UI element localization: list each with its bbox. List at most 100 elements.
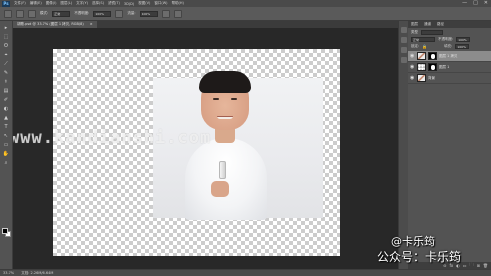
- type-tool-icon[interactable]: T: [2, 124, 10, 130]
- rectangle-tool-icon[interactable]: ▭: [2, 142, 10, 148]
- visibility-eye-icon[interactable]: ◉: [410, 75, 415, 81]
- minimize-icon[interactable]: —: [462, 0, 467, 6]
- menu-file[interactable]: 文件(F): [14, 1, 26, 6]
- layer-opacity-field[interactable]: 100%: [456, 37, 471, 42]
- eyedropper-tool-icon[interactable]: ✎: [2, 70, 10, 76]
- hand-tool-icon[interactable]: ✋: [2, 151, 10, 157]
- layer-thumbnail: [417, 52, 426, 60]
- lock-icon[interactable]: 🔒: [422, 44, 427, 49]
- left-eye: [213, 98, 219, 100]
- document-tab[interactable]: 胡歌.psd @ 33.7% (图层 1 拷贝, RGB/8) ×: [13, 21, 97, 28]
- menu-bar: Ps 文件(F) 编辑(E) 图像(I) 图层(L) 文字(Y) 选择(S) 滤…: [0, 0, 491, 7]
- layer-thumbnail: [417, 63, 426, 71]
- quick-select-tool-icon[interactable]: ⌖: [2, 52, 10, 58]
- new-group-icon[interactable]: 🗀: [470, 262, 474, 269]
- menu-edit[interactable]: 编辑(E): [30, 1, 42, 6]
- brush-tool-icon[interactable]: ▤: [2, 88, 10, 94]
- tab-channels[interactable]: 通道: [424, 22, 431, 27]
- layer-name: 背景: [428, 75, 435, 80]
- pressure-opacity-icon[interactable]: [115, 9, 124, 18]
- person-hand: [211, 181, 229, 197]
- zoom-tool-icon[interactable]: ⌕: [2, 160, 10, 166]
- layer-opacity-label: 不透明度:: [438, 37, 454, 41]
- person-white-shirt: [185, 138, 267, 220]
- menu-filter[interactable]: 滤镜(T): [108, 1, 120, 6]
- flow-field[interactable]: 100%: [139, 10, 158, 17]
- canvas-area[interactable]: www.kandianshi.com: [13, 28, 398, 269]
- document-tab-bar: 胡歌.psd @ 33.7% (图层 1 拷贝, RGB/8) ×: [13, 21, 398, 28]
- portrait-photo-layer: [153, 71, 323, 220]
- tab-layers[interactable]: 图层: [411, 22, 418, 27]
- layer-controls: 类型 正常 不透明度: 100% 锁定: 🔒 填充: 100%: [408, 28, 491, 51]
- tab-paths[interactable]: 路径: [437, 22, 444, 27]
- delete-layer-icon[interactable]: 🗑: [483, 263, 488, 268]
- flow-label: 流量:: [127, 11, 136, 15]
- lasso-tool-icon[interactable]: ʘ: [2, 43, 10, 49]
- layer-mask-thumbnail[interactable]: [428, 63, 437, 71]
- lock-label: 锁定:: [411, 44, 420, 48]
- layers-panel-tabs: 图层 通道 路径: [408, 21, 491, 28]
- watermark-text: www.kandianshi.com: [13, 128, 212, 148]
- gradient-tool-icon[interactable]: ▲: [2, 115, 10, 121]
- document-tab-title: 胡歌.psd @ 33.7% (图层 1 拷贝, RGB/8): [17, 22, 84, 26]
- layer-mask-thumbnail[interactable]: [428, 52, 437, 60]
- layer-row[interactable]: ◉ 图层 1: [408, 62, 491, 73]
- move-tool-icon[interactable]: ▸: [2, 25, 10, 31]
- foreground-color-swatch[interactable]: [2, 228, 8, 234]
- opacity-field[interactable]: 100%: [93, 10, 112, 17]
- photoshop-logo-icon: Ps: [2, 0, 10, 7]
- pressure-size-icon[interactable]: [173, 9, 182, 18]
- mode-label: 模式:: [40, 11, 49, 15]
- mode-select[interactable]: 正常: [52, 10, 71, 17]
- adjustments-panel-icon[interactable]: [400, 57, 407, 63]
- path-selection-tool-icon[interactable]: ↖: [2, 133, 10, 139]
- right-eye: [231, 98, 237, 100]
- eraser-tool-icon[interactable]: ◐: [2, 106, 10, 112]
- visibility-eye-icon[interactable]: ◉: [410, 53, 415, 59]
- menu-layer[interactable]: 图层(L): [60, 1, 72, 6]
- menu-3d[interactable]: 3D(D): [124, 2, 134, 6]
- document-size-info: 文档: 2.26M/6.64M: [21, 271, 54, 275]
- account-credit: 公众号：卡乐筠: [376, 250, 461, 264]
- properties-panel-icon[interactable]: [400, 37, 407, 43]
- layers-panel: 图层 通道 路径 类型 正常 不透明度: 100% 锁定: 🔒 填充: 100%…: [408, 21, 491, 269]
- transparent-canvas[interactable]: [53, 49, 340, 256]
- layer-row[interactable]: ◉ 背景: [408, 73, 491, 84]
- close-icon[interactable]: ✕: [484, 0, 488, 6]
- clone-stamp-tool-icon[interactable]: ✐: [2, 97, 10, 103]
- held-bottle: [219, 161, 226, 179]
- layer-thumbnail: [417, 74, 426, 82]
- fill-field[interactable]: 100%: [455, 44, 470, 49]
- person-hair: [199, 71, 251, 93]
- menu-window[interactable]: 窗口(W): [154, 1, 167, 6]
- maximize-icon[interactable]: □: [473, 0, 478, 6]
- panel-icon-strip: [398, 21, 408, 269]
- blend-mode-select[interactable]: 正常: [411, 37, 435, 42]
- kind-filter-select[interactable]: [421, 30, 443, 35]
- options-bar: 模式: 正常 不透明度: 100% 流量: 100%: [0, 7, 491, 21]
- menu-type[interactable]: 文字(Y): [76, 1, 88, 6]
- menu-select[interactable]: 选择(S): [92, 1, 104, 6]
- new-layer-icon[interactable]: ⊞: [477, 263, 480, 268]
- layer-name: 图层 1 拷贝: [439, 53, 458, 58]
- visibility-eye-icon[interactable]: ◉: [410, 64, 415, 70]
- brush-tool-preset-icon[interactable]: [4, 9, 12, 18]
- status-bar: 33.7% 文档: 2.26M/6.64M: [0, 269, 491, 276]
- close-tab-icon[interactable]: ×: [90, 21, 93, 28]
- history-panel-icon[interactable]: [400, 27, 407, 33]
- menu-help[interactable]: 帮助(H): [172, 1, 184, 6]
- brush-panel-icon[interactable]: [28, 9, 36, 18]
- marquee-tool-icon[interactable]: ⬚: [2, 34, 10, 40]
- brush-size-icon[interactable]: [16, 9, 24, 18]
- zoom-level[interactable]: 33.7%: [3, 271, 14, 275]
- swatches-panel-icon[interactable]: [400, 47, 407, 53]
- window-controls: — □ ✕: [462, 0, 488, 6]
- crop-tool-icon[interactable]: ⟋: [2, 61, 10, 67]
- healing-brush-tool-icon[interactable]: ⚕: [2, 79, 10, 85]
- menu-view[interactable]: 视图(V): [138, 1, 150, 6]
- menu-image[interactable]: 图像(I): [46, 1, 57, 6]
- airbrush-icon[interactable]: [161, 9, 170, 18]
- add-mask-icon[interactable]: ▭: [463, 263, 467, 268]
- layer-row[interactable]: ◉ 图层 1 拷贝: [408, 51, 491, 62]
- person-smile: [217, 116, 233, 119]
